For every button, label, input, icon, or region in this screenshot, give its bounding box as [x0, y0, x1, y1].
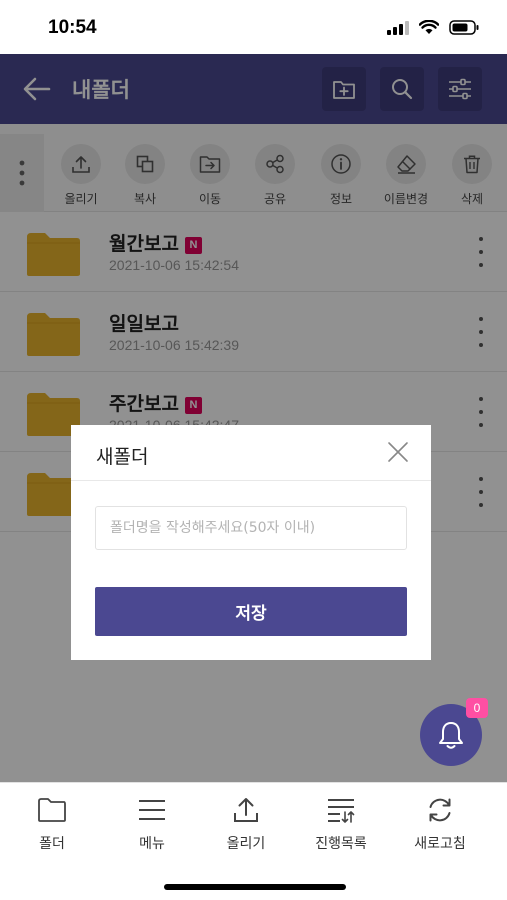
refresh-icon	[429, 798, 451, 822]
nav-label: 메뉴	[139, 836, 165, 852]
nav-progress-list[interactable]: 진행목록	[293, 795, 389, 853]
folder-icon	[38, 798, 66, 822]
save-button[interactable]: 저장	[95, 587, 407, 636]
nav-label: 폴더	[39, 836, 65, 852]
nav-upload[interactable]: 올리기	[198, 795, 294, 853]
status-time: 10:54	[48, 17, 97, 38]
battery-icon	[449, 20, 479, 35]
dialog-divider	[71, 480, 431, 481]
nav-label: 진행목록	[315, 836, 367, 852]
nav-label: 올리기	[226, 836, 266, 852]
upload-icon	[234, 798, 258, 822]
status-bar: 10:54	[0, 0, 507, 54]
progress-list-icon	[328, 799, 355, 823]
nav-menu[interactable]: 메뉴	[104, 795, 200, 853]
nav-refresh[interactable]: 새로고침	[392, 795, 488, 853]
modal-backdrop[interactable]	[0, 54, 507, 782]
cellular-signal-icon	[387, 20, 409, 35]
wifi-icon	[419, 20, 439, 34]
bell-icon	[439, 722, 463, 749]
notification-count-badge: 0	[466, 698, 488, 718]
menu-icon	[139, 800, 165, 820]
nav-folder[interactable]: 폴더	[4, 795, 100, 853]
home-indicator	[164, 884, 346, 890]
nav-label: 새로고침	[414, 836, 466, 852]
close-icon[interactable]	[387, 441, 409, 463]
folder-name-input[interactable]	[95, 506, 407, 550]
dialog-title: 새폴더	[96, 446, 149, 468]
bottom-navigation: 폴더 메뉴 올리기 진행목록 새로고침	[0, 782, 507, 900]
new-folder-dialog: 새폴더 저장	[71, 425, 431, 660]
status-icons	[387, 20, 479, 35]
